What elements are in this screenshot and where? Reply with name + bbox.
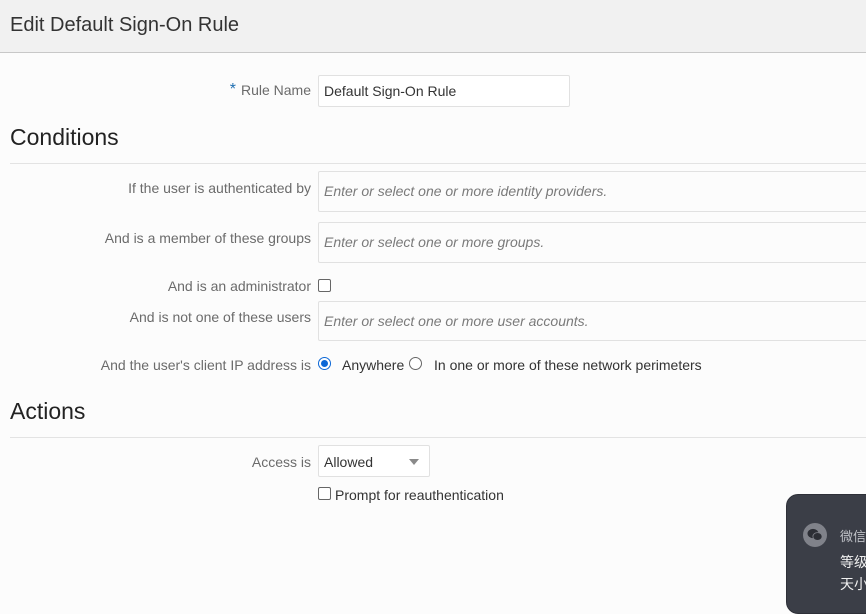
wechat-icon — [803, 523, 827, 547]
identity-providers-placeholder: Enter or select one or more identity pro… — [324, 183, 608, 199]
chevron-down-icon — [409, 459, 419, 465]
page-header: Edit Default Sign-On Rule — [0, 0, 866, 53]
identity-providers-label: If the user is authenticated by — [128, 180, 311, 196]
client-ip-label: And the user's client IP address is — [100, 357, 311, 373]
notification-line: 天小 — [840, 576, 866, 592]
excluded-users-input[interactable]: Enter or select one or more user account… — [318, 301, 866, 341]
actions-divider — [10, 437, 866, 438]
access-selected-value: Allowed — [324, 454, 374, 470]
actions-heading: Actions — [10, 398, 86, 424]
notification-toast[interactable]: 微信 等级 天小 — [786, 494, 866, 614]
conditions-divider — [10, 163, 866, 164]
identity-providers-input[interactable]: Enter or select one or more identity pro… — [318, 171, 866, 212]
client-ip-perimeters-label[interactable]: In one or more of these network perimete… — [434, 357, 702, 373]
client-ip-anywhere-radio[interactable] — [318, 357, 331, 370]
reauth-label[interactable]: Prompt for reauthentication — [335, 487, 504, 503]
required-marker: * — [229, 81, 236, 98]
administrator-label: And is an administrator — [167, 278, 311, 294]
excluded-users-placeholder: Enter or select one or more user account… — [324, 313, 589, 329]
conditions-heading: Conditions — [10, 124, 119, 150]
groups-placeholder: Enter or select one or more groups. — [324, 234, 545, 250]
access-select[interactable]: Allowed — [318, 445, 430, 477]
groups-label: And is a member of these groups — [104, 230, 311, 246]
rule-name-input[interactable] — [318, 75, 570, 107]
page-title: Edit Default Sign-On Rule — [10, 14, 240, 36]
notification-app-name: 微信 — [840, 529, 866, 544]
excluded-users-label: And is not one of these users — [129, 309, 311, 325]
reauth-checkbox[interactable] — [318, 487, 331, 500]
rule-name-label: * Rule Name — [229, 81, 311, 100]
client-ip-anywhere-label[interactable]: Anywhere — [342, 357, 404, 373]
notification-line: 等级 — [840, 554, 866, 570]
access-label: Access is — [251, 454, 311, 470]
client-ip-perimeters-radio[interactable] — [409, 357, 422, 370]
administrator-checkbox[interactable] — [318, 279, 331, 292]
groups-input[interactable]: Enter or select one or more groups. — [318, 222, 866, 263]
rule-name-label-text: Rule Name — [240, 82, 311, 98]
